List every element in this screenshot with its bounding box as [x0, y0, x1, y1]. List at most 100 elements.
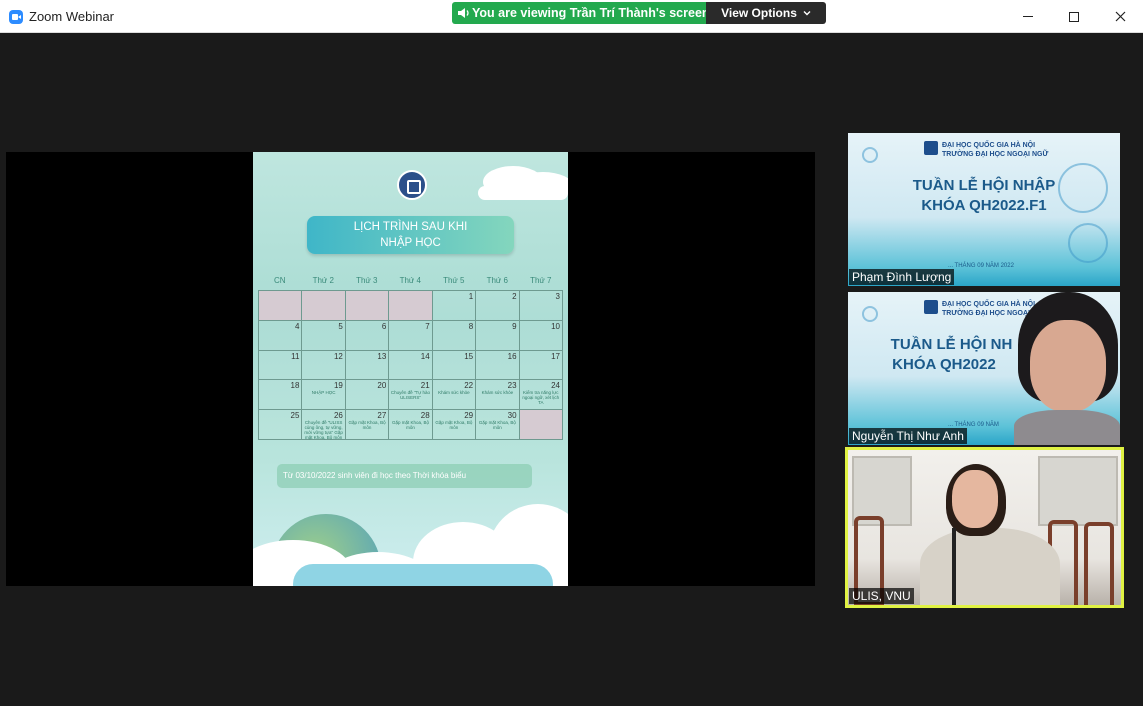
day-number: 27 — [377, 411, 387, 421]
window-title: Zoom Webinar — [29, 9, 115, 24]
maximize-button[interactable] — [1051, 0, 1097, 33]
calendar-day-cell: 23 Khám sức khỏe — [476, 380, 520, 411]
poster-title-box: LỊCH TRÌNH SAU KHI NHẬP HỌC — [307, 216, 514, 254]
calendar-day-cell: 7 — [389, 320, 433, 351]
presentation-slide-background: ĐẠI HỌC QUỐC GIA HÀ NỘI TRƯỜNG ĐẠI HỌC N… — [848, 133, 1120, 286]
body — [920, 528, 1060, 605]
calendar-day-cell: 26 Chuyên đề "ULISS cùng ông, tự vững, mớ… — [302, 410, 346, 441]
decorative-ring — [862, 147, 878, 163]
day-event: Gặp mặt Khoa, Bộ môn — [391, 420, 429, 431]
day-number: 25 — [290, 411, 300, 421]
university-line-1: ĐẠI HỌC QUỐC GIA HÀ NỘI — [942, 142, 1036, 149]
calendar-day-cell: 18 — [259, 380, 303, 411]
weekday-label: Thứ 3 — [356, 276, 378, 285]
shared-poster: LỊCH TRÌNH SAU KHI NHẬP HỌC CN Thứ 2 Thứ 3… — [253, 152, 568, 586]
poster-title-line-1: LỊCH TRÌNH SAU KHI — [353, 221, 468, 233]
day-number: 2 — [512, 292, 517, 301]
participant-video-tile[interactable]: ĐẠI HỌC QUỐC GIA HÀ NỘI TRƯỜNG ĐẠI HỌC N… — [848, 133, 1120, 286]
weekday-label: Thứ 2 — [312, 276, 334, 285]
university-line-2: TRƯỜNG ĐẠI HỌC NGOẠI NGỮ — [942, 151, 1049, 158]
chevron-down-icon — [803, 11, 811, 16]
day-event: Chuyên đề "Tự hào ULISERS" — [390, 390, 431, 401]
calendar-day-cell: 12 — [302, 350, 346, 381]
view-options-button[interactable]: View Options — [706, 2, 826, 24]
calendar-day-cell: 15 — [432, 350, 477, 381]
day-number: 30 — [507, 411, 517, 421]
day-event: NHẬP HỌC — [311, 390, 336, 396]
university-logo — [924, 300, 938, 314]
speaker-icon — [457, 7, 470, 19]
day-number: 4 — [294, 321, 300, 331]
day-number: 18 — [290, 381, 300, 391]
calendar-day-cell — [302, 291, 346, 321]
calendar-day-cell: 6 — [345, 320, 390, 351]
calendar-day-cell: 22 Khám sức khỏe — [432, 380, 477, 411]
calendar-weekday-header: CN Thứ 2 Thứ 3 Thứ 4 Thứ 5 Thứ 6 Thứ 7 — [258, 276, 563, 285]
calendar-day-cell: 1 — [432, 291, 477, 321]
calendar-day-cell: 2 — [476, 291, 520, 321]
calendar-day-cell — [345, 291, 390, 321]
day-number: 28 — [420, 411, 430, 421]
day-number: 14 — [420, 351, 430, 361]
active-speaker-video-tile[interactable]: ULIS, VNU — [845, 447, 1124, 608]
day-number: 19 — [333, 381, 343, 391]
sharing-status-text: You are viewing Trần Trí Thành's screen — [472, 6, 710, 20]
maximize-icon — [1069, 11, 1079, 22]
calendar-day-cell: 5 — [302, 320, 346, 351]
calendar-day-cell — [519, 410, 563, 440]
day-number: 26 — [333, 411, 343, 421]
day-number: 21 — [420, 381, 430, 391]
zoom-app-icon — [9, 10, 23, 24]
day-event: Gặp mặt Khoa, Bộ môn — [348, 420, 386, 431]
participant-name: Nguyễn Thị Như Anh — [849, 428, 967, 444]
day-number: 11 — [291, 351, 300, 361]
calendar-day-cell — [389, 291, 433, 321]
calendar-day-cell: 21 Chuyên đề "Tự hào ULISERS" — [389, 380, 433, 411]
microphone — [952, 528, 956, 605]
calendar-day-cell: 19 NHẬP HỌC — [302, 380, 346, 411]
poster-note: Từ 03/10/2022 sinh viên đi học theo Thời… — [277, 464, 532, 488]
day-number: 1 — [468, 292, 474, 301]
day-number: 15 — [464, 351, 474, 361]
day-number: 29 — [464, 411, 474, 421]
calendar-day-cell: 4 — [259, 320, 303, 351]
calendar-day-cell: 28 Gặp mặt Khoa, Bộ môn — [389, 410, 433, 440]
face — [952, 470, 998, 528]
calendar-day-cell: 11 — [259, 350, 303, 381]
calendar-day-cell: 25 — [259, 410, 303, 440]
calendar-day-cell: 16 — [476, 350, 520, 381]
participant-video-tile[interactable]: ĐẠI HỌC QUỐC GIA HÀ NỘI TRƯỜNG ĐẠI HỌC N… — [848, 292, 1120, 445]
day-event: Gặp mặt Khoa, Bộ môn — [478, 420, 516, 431]
calendar-day-cell — [259, 291, 303, 321]
decorative-ring — [862, 306, 878, 322]
minimize-icon — [1023, 16, 1033, 17]
calendar-day-cell: 14 — [389, 350, 433, 381]
calendar-day-cell: 17 — [519, 350, 563, 381]
day-number: 17 — [551, 351, 560, 361]
calendar-grid: 1 2 3 4 5 6 7 8 9 10 11 12 13 14 15 16 17 18 19 NHẬP HỌC 20 2… — [258, 290, 563, 440]
weekday-label: Thứ 7 — [530, 276, 552, 285]
calendar-day-cell: 9 — [476, 320, 520, 351]
calendar-day-cell: 13 — [345, 350, 390, 381]
calendar-day-cell: 10 — [519, 320, 563, 351]
calendar-day-cell: 27 Gặp mặt Khoa, Bộ môn — [345, 410, 390, 440]
university-logo — [924, 141, 938, 155]
day-event: Chuyên đề "ULISS cùng ông, tự vững, mới … — [304, 420, 343, 441]
calendar-day-cell: 29 Gặp mặt Khoa, Bộ môn — [432, 410, 477, 440]
screen-share-banner: You are viewing Trần Trí Thành's screen — [452, 2, 710, 24]
day-event: Khám sức khỏe — [481, 390, 514, 396]
decorative-ring — [1068, 223, 1108, 263]
day-number: 16 — [507, 351, 517, 361]
day-number: 3 — [555, 292, 560, 301]
day-number: 10 — [551, 321, 560, 331]
calendar-day-cell: 3 — [519, 291, 563, 321]
minimize-button[interactable] — [1005, 0, 1051, 33]
view-options-label: View Options — [721, 6, 797, 20]
day-number: 13 — [377, 351, 387, 361]
close-button[interactable] — [1097, 0, 1143, 33]
day-number: 7 — [425, 321, 430, 331]
slide-heading-line-1: TUẦN LỄ HỘI NHẬP — [912, 177, 1056, 194]
body — [1014, 410, 1120, 445]
day-number: 9 — [512, 321, 517, 331]
calendar-day-cell: 8 — [432, 320, 477, 351]
